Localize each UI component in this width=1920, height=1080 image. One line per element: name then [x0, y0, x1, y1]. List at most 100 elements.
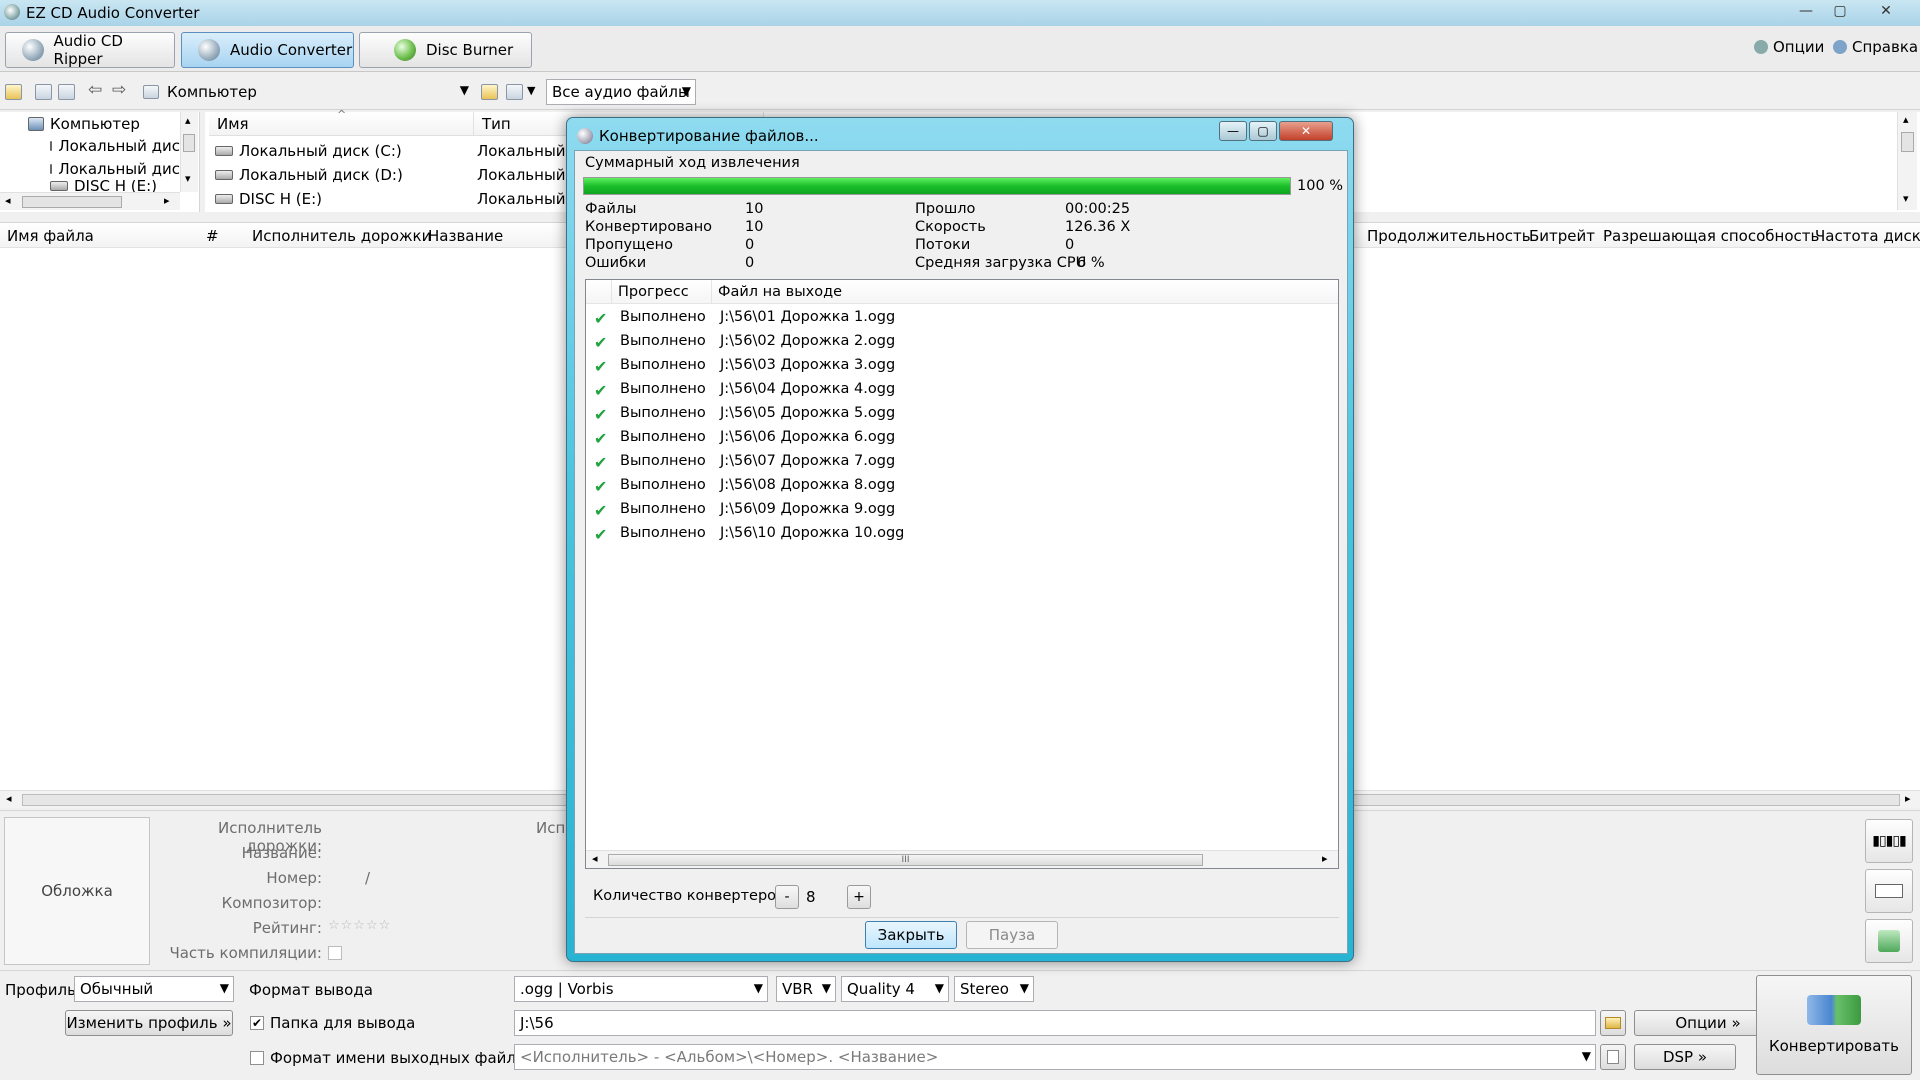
back-icon[interactable]: ⇦	[88, 80, 102, 100]
job-status: Выполнено	[620, 405, 706, 421]
scroll-down-icon[interactable]: ▾	[185, 172, 191, 185]
tab-audio-converter[interactable]: Audio Converter	[181, 32, 354, 68]
drive-icon	[50, 181, 68, 191]
filename-format-checkbox[interactable]	[250, 1051, 264, 1065]
tree-vertical-scrollbar[interactable]: ▴ ▾	[180, 112, 198, 192]
job-row[interactable]: ✔ Выполнено J:\56\03 Дорожка 3.ogg	[586, 354, 1338, 378]
job-row[interactable]: ✔ Выполнено J:\56\02 Дорожка 2.ogg	[586, 330, 1338, 354]
waveform-button[interactable]: ▮▯▮▯▮	[1865, 819, 1913, 863]
tree-item-disc[interactable]: DISC H (E:)	[50, 180, 180, 192]
quality-select[interactable]: Quality 4 ▼	[841, 976, 949, 1002]
browser-vertical-scrollbar[interactable]: ▴ ▾	[1897, 112, 1917, 210]
scroll-down-icon[interactable]: ▾	[1903, 192, 1909, 205]
job-row[interactable]: ✔ Выполнено J:\56\01 Дорожка 1.ogg	[586, 306, 1338, 330]
job-row[interactable]: ✔ Выполнено J:\56\05 Дорожка 5.ogg	[586, 402, 1338, 426]
job-status: Выполнено	[620, 453, 706, 469]
channels-select[interactable]: Stereo ▼	[954, 976, 1034, 1002]
scroll-right-icon[interactable]: ▸	[164, 194, 170, 207]
rating-stars[interactable]: ☆☆☆☆☆	[328, 918, 391, 933]
list-item[interactable]: Локальный диск (C:)	[215, 142, 402, 160]
tree-horizontal-scrollbar[interactable]: ◂ ▸	[0, 192, 180, 210]
dialog-close-icon[interactable]: ✕	[1279, 121, 1333, 141]
column-number[interactable]: #	[206, 227, 219, 245]
job-row[interactable]: ✔ Выполнено J:\56\10 Дорожка 10.ogg	[586, 522, 1338, 546]
tab-disc-burner[interactable]: Disc Burner	[359, 32, 532, 68]
list-item[interactable]: Локальный диск (D:)	[215, 166, 403, 184]
view-dropdown-icon[interactable]: ▼	[527, 84, 535, 97]
convert-button[interactable]: Конвертировать	[1756, 975, 1912, 1075]
scroll-up-icon[interactable]: ▴	[185, 114, 191, 127]
job-row[interactable]: ✔ Выполнено J:\56\07 Дорожка 7.ogg	[586, 450, 1338, 474]
column-filename[interactable]: Имя файла	[7, 227, 94, 245]
scroll-left-icon[interactable]: ◂	[5, 194, 11, 207]
column-track-artist[interactable]: Исполнитель дорожки	[252, 227, 431, 245]
output-folder-input[interactable]: J:\56	[514, 1010, 1596, 1036]
browser-scroll-thumb[interactable]	[1901, 132, 1914, 152]
decrement-button[interactable]: -	[775, 885, 799, 909]
add-file-button[interactable]	[1865, 919, 1913, 963]
minimize-icon[interactable]: —	[1790, 1, 1822, 21]
help-link[interactable]: Справка	[1833, 38, 1918, 56]
browse-folder-button[interactable]	[1600, 1010, 1626, 1036]
tree-hscroll-thumb[interactable]	[22, 196, 122, 208]
column-duration[interactable]: Продолжительность	[1367, 227, 1531, 245]
scroll-right-icon[interactable]: ▸	[1905, 792, 1911, 805]
job-row[interactable]: ✔ Выполнено J:\56\08 Дорожка 8.ogg	[586, 474, 1338, 498]
folder-up-icon[interactable]	[5, 84, 22, 100]
view-icon[interactable]	[506, 84, 523, 100]
sort-icon: ^	[337, 108, 347, 121]
forward-icon[interactable]: ⇨	[112, 80, 126, 100]
scroll-right-icon[interactable]: ▸	[1322, 852, 1328, 865]
compilation-checkbox[interactable]	[328, 946, 342, 960]
scroll-left-icon[interactable]: ◂	[6, 792, 12, 805]
column-bitrate[interactable]: Битрейт	[1529, 227, 1595, 245]
mode-select[interactable]: VBR ▼	[776, 976, 836, 1002]
tree-item-computer[interactable]: Компьютер	[28, 115, 140, 133]
job-hscroll-thumb[interactable]: III	[608, 854, 1203, 866]
close-button[interactable]: Закрыть	[865, 921, 957, 949]
tag-editor-button[interactable]	[1865, 869, 1913, 913]
output-format-select[interactable]: .ogg | Vorbis ▼	[514, 976, 768, 1002]
music-icon[interactable]	[58, 84, 75, 100]
file-filter-select[interactable]: Все аудио файлы ▼	[546, 79, 696, 105]
list-item[interactable]: DISC H (E:)	[215, 190, 322, 208]
tree-item-drive-c[interactable]: Локальный дис	[50, 137, 180, 155]
edit-format-button[interactable]	[1600, 1044, 1626, 1070]
new-folder-icon[interactable]	[481, 84, 498, 100]
location-combo[interactable]: Компьютер ▼	[138, 79, 473, 105]
cover-art[interactable]: Обложка	[4, 817, 150, 965]
filename-format-input[interactable]: <Исполнитель> - <Альбом>\<Номер>. <Назва…	[514, 1044, 1596, 1070]
column-progress[interactable]: Прогресс	[612, 280, 712, 304]
converted-label: Конвертировано	[585, 219, 713, 235]
column-sample-rate[interactable]: Частота дискре	[1815, 227, 1920, 245]
pause-button[interactable]: Пауза	[966, 921, 1058, 949]
output-folder-checkbox[interactable]: ✔	[250, 1016, 264, 1030]
increment-button[interactable]: +	[847, 885, 871, 909]
scroll-up-icon[interactable]: ▴	[1903, 113, 1909, 126]
dialog-maximize-icon[interactable]: ▢	[1249, 121, 1277, 141]
job-row[interactable]: ✔ Выполнено J:\56\04 Дорожка 4.ogg	[586, 378, 1338, 402]
job-row[interactable]: ✔ Выполнено J:\56\09 Дорожка 9.ogg	[586, 498, 1338, 522]
close-icon[interactable]: ✕	[1870, 1, 1902, 21]
column-title[interactable]: Название	[428, 227, 503, 245]
change-profile-button[interactable]: Изменить профиль »	[65, 1010, 233, 1036]
maximize-icon[interactable]: ▢	[1824, 1, 1856, 21]
tab-audio-cd-ripper[interactable]: Audio CD Ripper	[5, 32, 175, 68]
compilation-label: Часть компиляции:	[169, 944, 322, 962]
dialog-minimize-icon[interactable]: —	[1219, 121, 1247, 141]
tree-item-drive-d[interactable]: Локальный дис	[50, 160, 180, 178]
profile-value: Обычный	[80, 980, 154, 998]
converter-count-input[interactable]: 8	[801, 884, 837, 910]
job-horizontal-scrollbar[interactable]: ◂ III ▸	[586, 850, 1338, 868]
computer-icon[interactable]	[35, 84, 52, 100]
options-link[interactable]: Опции	[1754, 38, 1824, 56]
column-output-file[interactable]: Файл на выходе	[712, 280, 1338, 304]
dsp-button[interactable]: DSP »	[1634, 1044, 1736, 1070]
job-row[interactable]: ✔ Выполнено J:\56\06 Дорожка 6.ogg	[586, 426, 1338, 450]
profile-select[interactable]: Обычный ▼	[74, 976, 234, 1002]
tree-scroll-thumb[interactable]	[183, 134, 195, 152]
scroll-left-icon[interactable]: ◂	[592, 852, 598, 865]
column-resolution[interactable]: Разрешающая способность	[1603, 227, 1819, 245]
column-name[interactable]: Имя ^	[209, 108, 474, 136]
filename-format-label: Формат имени выходных файлов	[270, 1049, 535, 1067]
